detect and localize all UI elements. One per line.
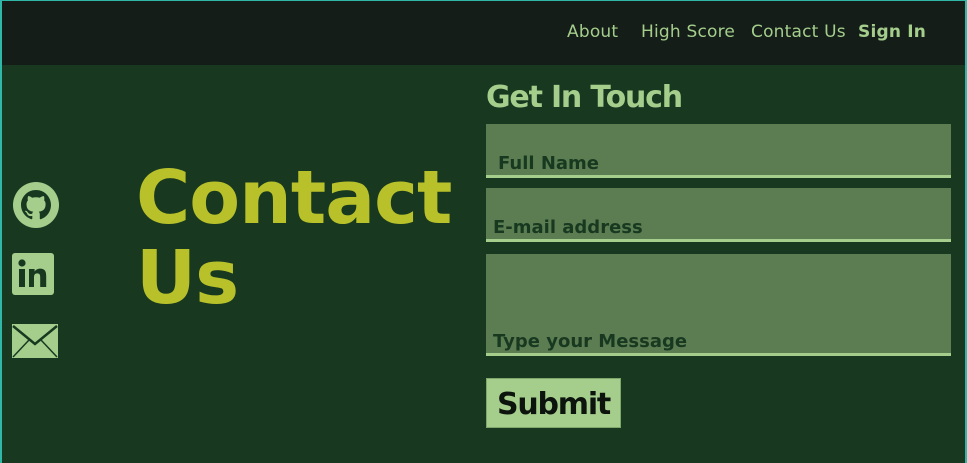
email-placeholder: E-mail address	[493, 217, 643, 238]
hero-title-line-1: Contact	[136, 155, 452, 241]
hero-title: Contact Us	[136, 155, 452, 321]
full-name-field[interactable]: Full Name	[486, 124, 951, 178]
hero-title-line-2: Us	[136, 235, 239, 321]
linkedin-icon[interactable]	[12, 253, 54, 295]
full-name-placeholder: Full Name	[498, 153, 599, 174]
mail-icon[interactable]	[12, 324, 58, 358]
nav-high-score-link[interactable]: High Score	[641, 22, 735, 42]
navbar: About High Score Contact Us Sign In	[2, 0, 965, 65]
nav-sign-in-link[interactable]: Sign In	[858, 22, 926, 42]
submit-button[interactable]: Submit	[486, 378, 621, 428]
github-icon[interactable]	[12, 181, 60, 229]
nav-about-link[interactable]: About	[567, 22, 618, 42]
form-heading: Get In Touch	[486, 80, 683, 115]
message-field[interactable]: Type your Message	[486, 254, 951, 356]
email-field[interactable]: E-mail address	[486, 188, 951, 242]
message-placeholder: Type your Message	[493, 331, 688, 352]
nav-contact-us-link[interactable]: Contact Us	[751, 22, 846, 42]
